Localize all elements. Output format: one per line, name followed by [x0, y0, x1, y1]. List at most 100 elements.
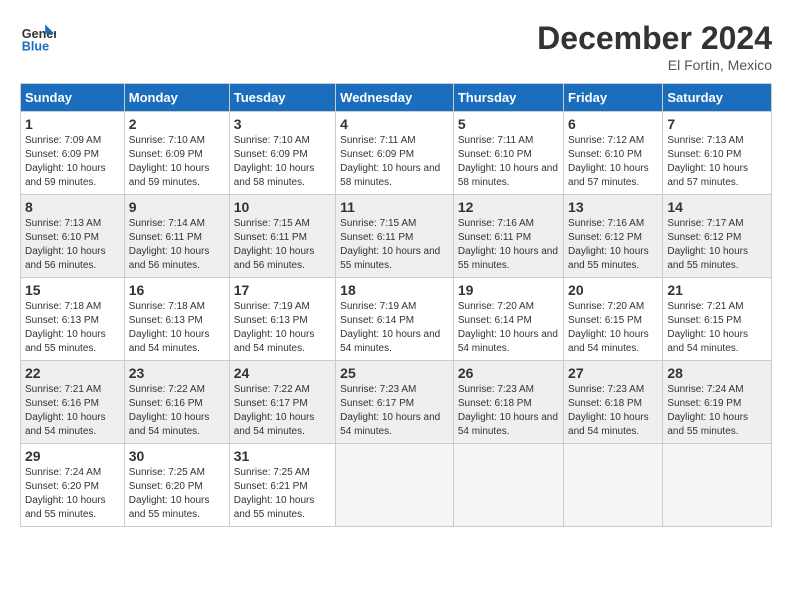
day-info: Sunrise: 7:12 AM Sunset: 6:10 PM Dayligh… — [568, 134, 658, 190]
day-info: Sunrise: 7:23 AM Sunset: 6:18 PM Dayligh… — [568, 383, 658, 439]
table-row: 27 Sunrise: 7:23 AM Sunset: 6:18 PM Dayl… — [564, 361, 663, 444]
table-row: 15 Sunrise: 7:18 AM Sunset: 6:13 PM Dayl… — [21, 278, 125, 361]
svg-text:Blue: Blue — [22, 40, 49, 54]
table-row: 2 Sunrise: 7:10 AM Sunset: 6:09 PM Dayli… — [124, 112, 229, 195]
page-header: General Blue December 2024 El Fortin, Me… — [20, 20, 772, 73]
day-number: 29 — [25, 448, 120, 464]
table-row: 3 Sunrise: 7:10 AM Sunset: 6:09 PM Dayli… — [229, 112, 335, 195]
table-row: 19 Sunrise: 7:20 AM Sunset: 6:14 PM Dayl… — [453, 278, 563, 361]
table-row: 24 Sunrise: 7:22 AM Sunset: 6:17 PM Dayl… — [229, 361, 335, 444]
day-info: Sunrise: 7:15 AM Sunset: 6:11 PM Dayligh… — [340, 217, 449, 273]
table-row: 17 Sunrise: 7:19 AM Sunset: 6:13 PM Dayl… — [229, 278, 335, 361]
table-row: 8 Sunrise: 7:13 AM Sunset: 6:10 PM Dayli… — [21, 195, 125, 278]
day-number: 27 — [568, 365, 658, 381]
table-row — [663, 444, 772, 527]
day-number: 1 — [25, 116, 120, 132]
table-row: 29 Sunrise: 7:24 AM Sunset: 6:20 PM Dayl… — [21, 444, 125, 527]
table-row: 7 Sunrise: 7:13 AM Sunset: 6:10 PM Dayli… — [663, 112, 772, 195]
day-number: 3 — [234, 116, 331, 132]
day-info: Sunrise: 7:24 AM Sunset: 6:20 PM Dayligh… — [25, 466, 120, 522]
day-info: Sunrise: 7:21 AM Sunset: 6:15 PM Dayligh… — [667, 300, 767, 356]
day-info: Sunrise: 7:10 AM Sunset: 6:09 PM Dayligh… — [129, 134, 225, 190]
day-number: 23 — [129, 365, 225, 381]
day-number: 31 — [234, 448, 331, 464]
day-info: Sunrise: 7:25 AM Sunset: 6:20 PM Dayligh… — [129, 466, 225, 522]
col-wednesday: Wednesday — [336, 84, 454, 112]
logo: General Blue — [20, 20, 56, 56]
day-info: Sunrise: 7:13 AM Sunset: 6:10 PM Dayligh… — [25, 217, 120, 273]
month-title: December 2024 — [537, 20, 772, 57]
day-number: 10 — [234, 199, 331, 215]
day-info: Sunrise: 7:11 AM Sunset: 6:09 PM Dayligh… — [340, 134, 449, 190]
day-info: Sunrise: 7:16 AM Sunset: 6:11 PM Dayligh… — [458, 217, 559, 273]
day-info: Sunrise: 7:10 AM Sunset: 6:09 PM Dayligh… — [234, 134, 331, 190]
day-number: 12 — [458, 199, 559, 215]
day-info: Sunrise: 7:19 AM Sunset: 6:13 PM Dayligh… — [234, 300, 331, 356]
calendar-week: 29 Sunrise: 7:24 AM Sunset: 6:20 PM Dayl… — [21, 444, 772, 527]
day-info: Sunrise: 7:19 AM Sunset: 6:14 PM Dayligh… — [340, 300, 449, 356]
calendar-week: 15 Sunrise: 7:18 AM Sunset: 6:13 PM Dayl… — [21, 278, 772, 361]
table-row — [453, 444, 563, 527]
day-info: Sunrise: 7:20 AM Sunset: 6:15 PM Dayligh… — [568, 300, 658, 356]
table-row: 28 Sunrise: 7:24 AM Sunset: 6:19 PM Dayl… — [663, 361, 772, 444]
day-number: 25 — [340, 365, 449, 381]
day-number: 13 — [568, 199, 658, 215]
col-friday: Friday — [564, 84, 663, 112]
day-info: Sunrise: 7:17 AM Sunset: 6:12 PM Dayligh… — [667, 217, 767, 273]
table-row: 25 Sunrise: 7:23 AM Sunset: 6:17 PM Dayl… — [336, 361, 454, 444]
day-number: 14 — [667, 199, 767, 215]
day-number: 5 — [458, 116, 559, 132]
location: El Fortin, Mexico — [537, 57, 772, 73]
day-number: 2 — [129, 116, 225, 132]
calendar-week: 1 Sunrise: 7:09 AM Sunset: 6:09 PM Dayli… — [21, 112, 772, 195]
calendar-week: 22 Sunrise: 7:21 AM Sunset: 6:16 PM Dayl… — [21, 361, 772, 444]
day-info: Sunrise: 7:22 AM Sunset: 6:16 PM Dayligh… — [129, 383, 225, 439]
day-number: 20 — [568, 282, 658, 298]
day-info: Sunrise: 7:23 AM Sunset: 6:18 PM Dayligh… — [458, 383, 559, 439]
table-row: 9 Sunrise: 7:14 AM Sunset: 6:11 PM Dayli… — [124, 195, 229, 278]
title-block: December 2024 El Fortin, Mexico — [537, 20, 772, 73]
day-number: 4 — [340, 116, 449, 132]
day-info: Sunrise: 7:11 AM Sunset: 6:10 PM Dayligh… — [458, 134, 559, 190]
logo-icon: General Blue — [20, 20, 56, 56]
table-row: 22 Sunrise: 7:21 AM Sunset: 6:16 PM Dayl… — [21, 361, 125, 444]
col-tuesday: Tuesday — [229, 84, 335, 112]
day-number: 24 — [234, 365, 331, 381]
table-row: 18 Sunrise: 7:19 AM Sunset: 6:14 PM Dayl… — [336, 278, 454, 361]
table-row: 14 Sunrise: 7:17 AM Sunset: 6:12 PM Dayl… — [663, 195, 772, 278]
col-monday: Monday — [124, 84, 229, 112]
day-info: Sunrise: 7:14 AM Sunset: 6:11 PM Dayligh… — [129, 217, 225, 273]
day-info: Sunrise: 7:22 AM Sunset: 6:17 PM Dayligh… — [234, 383, 331, 439]
day-number: 7 — [667, 116, 767, 132]
table-row — [564, 444, 663, 527]
day-number: 8 — [25, 199, 120, 215]
day-number: 17 — [234, 282, 331, 298]
day-number: 6 — [568, 116, 658, 132]
day-number: 19 — [458, 282, 559, 298]
table-row: 21 Sunrise: 7:21 AM Sunset: 6:15 PM Dayl… — [663, 278, 772, 361]
day-info: Sunrise: 7:16 AM Sunset: 6:12 PM Dayligh… — [568, 217, 658, 273]
calendar-week: 8 Sunrise: 7:13 AM Sunset: 6:10 PM Dayli… — [21, 195, 772, 278]
table-row: 1 Sunrise: 7:09 AM Sunset: 6:09 PM Dayli… — [21, 112, 125, 195]
day-info: Sunrise: 7:23 AM Sunset: 6:17 PM Dayligh… — [340, 383, 449, 439]
day-number: 9 — [129, 199, 225, 215]
day-number: 22 — [25, 365, 120, 381]
calendar-table: Sunday Monday Tuesday Wednesday Thursday… — [20, 83, 772, 527]
day-number: 15 — [25, 282, 120, 298]
day-info: Sunrise: 7:09 AM Sunset: 6:09 PM Dayligh… — [25, 134, 120, 190]
col-saturday: Saturday — [663, 84, 772, 112]
day-info: Sunrise: 7:20 AM Sunset: 6:14 PM Dayligh… — [458, 300, 559, 356]
day-info: Sunrise: 7:21 AM Sunset: 6:16 PM Dayligh… — [25, 383, 120, 439]
day-number: 16 — [129, 282, 225, 298]
day-info: Sunrise: 7:24 AM Sunset: 6:19 PM Dayligh… — [667, 383, 767, 439]
day-number: 26 — [458, 365, 559, 381]
table-row: 12 Sunrise: 7:16 AM Sunset: 6:11 PM Dayl… — [453, 195, 563, 278]
col-thursday: Thursday — [453, 84, 563, 112]
day-number: 21 — [667, 282, 767, 298]
header-row: Sunday Monday Tuesday Wednesday Thursday… — [21, 84, 772, 112]
table-row: 13 Sunrise: 7:16 AM Sunset: 6:12 PM Dayl… — [564, 195, 663, 278]
table-row: 16 Sunrise: 7:18 AM Sunset: 6:13 PM Dayl… — [124, 278, 229, 361]
table-row: 11 Sunrise: 7:15 AM Sunset: 6:11 PM Dayl… — [336, 195, 454, 278]
table-row: 5 Sunrise: 7:11 AM Sunset: 6:10 PM Dayli… — [453, 112, 563, 195]
day-number: 28 — [667, 365, 767, 381]
